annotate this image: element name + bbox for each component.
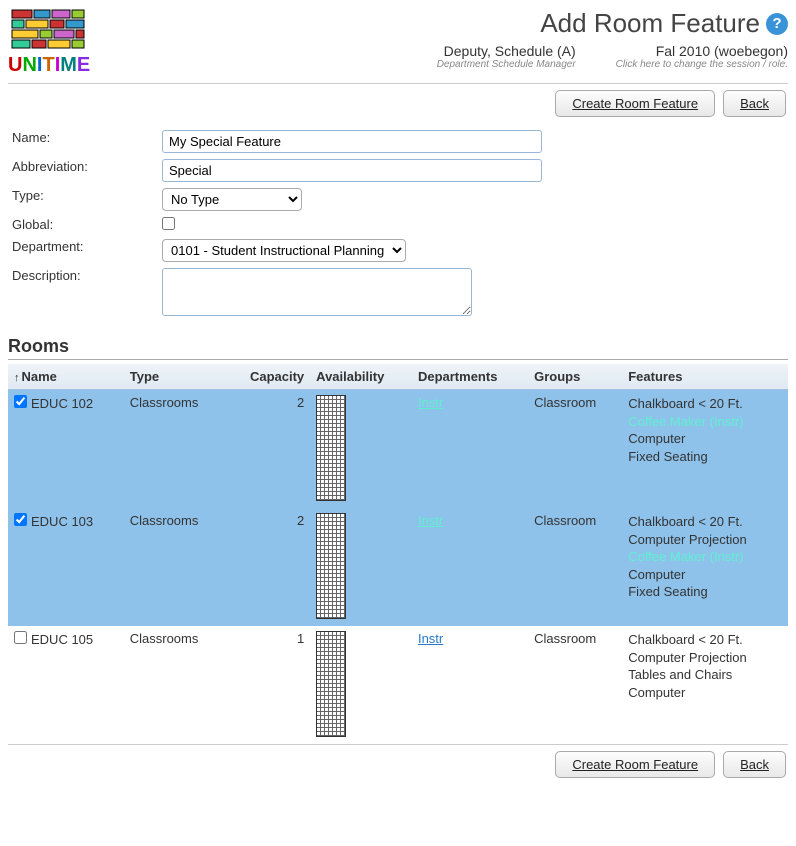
type-select[interactable]: No Type [162, 188, 302, 211]
feature-item: Computer Projection [628, 649, 782, 667]
feature-item: Chalkboard < 20 Ft. [628, 631, 782, 649]
label-type: Type: [8, 185, 158, 214]
abbreviation-field[interactable] [162, 159, 542, 182]
feature-item: Computer [628, 684, 782, 702]
availability-grid [316, 395, 346, 501]
feature-item: Chalkboard < 20 Ft. [628, 395, 782, 413]
help-icon[interactable]: ? [766, 13, 788, 35]
user-name: Deputy, Schedule (A) [437, 43, 576, 59]
room-type: Classrooms [124, 390, 226, 509]
top-button-row: Create Room Feature Back [8, 83, 788, 123]
department-link[interactable]: Instr [418, 513, 443, 528]
department-link[interactable]: Instr [418, 631, 443, 646]
logo-icon [10, 8, 88, 52]
col-capacity[interactable]: Capacity [226, 364, 310, 390]
room-capacity: 1 [226, 626, 310, 744]
room-type: Classrooms [124, 508, 226, 626]
room-type: Classrooms [124, 626, 226, 744]
room-groups: Classroom [528, 390, 622, 509]
back-button[interactable]: Back [723, 90, 786, 117]
feature-item: Fixed Seating [628, 448, 782, 466]
room-availability [310, 390, 412, 509]
department-link[interactable]: Instr [418, 395, 443, 410]
room-checkbox[interactable] [14, 513, 27, 526]
session-info[interactable]: Fal 2010 (woebegon) Click here to change… [616, 43, 788, 70]
col-departments[interactable]: Departments [412, 364, 528, 390]
session-name: Fal 2010 (woebegon) [616, 43, 788, 59]
label-name: Name: [8, 127, 158, 156]
user-role: Department Schedule Manager [437, 59, 576, 70]
user-info[interactable]: Deputy, Schedule (A) Department Schedule… [437, 43, 576, 70]
room-checkbox[interactable] [14, 395, 27, 408]
rooms-table: ↑Name Type Capacity Availability Departm… [8, 364, 788, 744]
feature-item: Computer Projection [628, 531, 782, 549]
name-field[interactable] [162, 130, 542, 153]
table-row[interactable]: EDUC 105Classrooms1InstrClassroomChalkbo… [8, 626, 788, 744]
global-checkbox[interactable] [162, 217, 175, 230]
room-features: Chalkboard < 20 Ft.Coffee Maker (Instr)C… [622, 390, 788, 509]
department-select[interactable]: 0101 - Student Instructional Planning [162, 239, 406, 262]
feature-item: Chalkboard < 20 Ft. [628, 513, 782, 531]
page-title: Add Room Feature [540, 8, 760, 39]
logo-text: UNITIME [8, 54, 90, 77]
table-row[interactable]: EDUC 102Classrooms2InstrClassroomChalkbo… [8, 390, 788, 509]
feature-item: Tables and Chairs [628, 666, 782, 684]
room-capacity: 2 [226, 390, 310, 509]
label-department: Department: [8, 236, 158, 265]
label-description: Description: [8, 265, 158, 322]
room-groups: Classroom [528, 626, 622, 744]
rooms-section-header: Rooms [8, 336, 788, 360]
feature-item: Coffee Maker (Instr) [628, 548, 782, 566]
create-room-feature-button[interactable]: Create Room Feature [555, 90, 715, 117]
room-groups: Classroom [528, 508, 622, 626]
feature-item: Coffee Maker (Instr) [628, 413, 782, 431]
col-name[interactable]: ↑Name [8, 364, 124, 390]
description-field[interactable] [162, 268, 472, 316]
col-type[interactable]: Type [124, 364, 226, 390]
room-capacity: 2 [226, 508, 310, 626]
form-table: Name: Abbreviation: Type: No Type Global… [8, 127, 788, 322]
room-name: EDUC 103 [31, 514, 93, 529]
logo[interactable]: UNITIME [8, 8, 90, 77]
room-name: EDUC 102 [31, 396, 93, 411]
room-name: EDUC 105 [31, 632, 93, 647]
table-row[interactable]: EDUC 103 Classrooms2 Instr Classroom Chalkbo… [8, 508, 788, 626]
back-button[interactable]: Back [723, 751, 786, 778]
room-checkbox[interactable] [14, 631, 27, 644]
label-global: Global: [8, 214, 158, 236]
bottom-button-row: Create Room Feature Back [8, 744, 788, 784]
room-availability [310, 508, 412, 626]
feature-item: Computer [628, 430, 782, 448]
col-features[interactable]: Features [622, 364, 788, 390]
session-hint: Click here to change the session / role. [616, 59, 788, 70]
col-availability[interactable]: Availability [310, 364, 412, 390]
room-features: Chalkboard < 20 Ft.Computer ProjectionTa… [622, 626, 788, 744]
feature-item: Fixed Seating [628, 583, 782, 601]
col-groups[interactable]: Groups [528, 364, 622, 390]
create-room-feature-button[interactable]: Create Room Feature [555, 751, 715, 778]
availability-grid [316, 631, 346, 737]
feature-item: Computer [628, 566, 782, 584]
room-features: Chalkboard < 20 Ft.Computer ProjectionCo… [622, 508, 788, 626]
availability-grid [316, 513, 346, 619]
label-abbreviation: Abbreviation: [8, 156, 158, 185]
room-availability [310, 626, 412, 744]
